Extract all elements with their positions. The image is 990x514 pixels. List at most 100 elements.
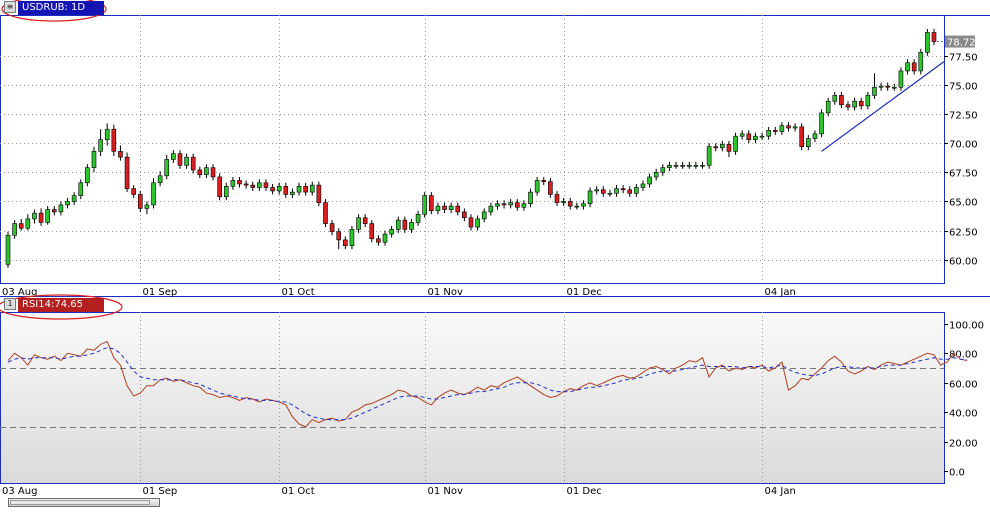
rsi-y-tick-label: 20.00 bbox=[949, 439, 978, 450]
price-y-tick-label: 65.00 bbox=[949, 198, 978, 209]
time-scrollbar[interactable] bbox=[8, 498, 160, 507]
candle-body bbox=[382, 233, 388, 243]
candle-body bbox=[38, 212, 44, 223]
candle-body bbox=[91, 151, 97, 168]
candle-body bbox=[514, 202, 520, 208]
candle-body bbox=[270, 187, 275, 192]
candle-body bbox=[12, 223, 17, 236]
candle-body bbox=[534, 180, 540, 193]
rsi-y-tick-label: 0.0 bbox=[949, 468, 965, 479]
rsi-indicator-tag[interactable]: RSI14:74.65 bbox=[18, 298, 104, 312]
candle-body bbox=[448, 205, 454, 210]
price-symbol-tag[interactable]: USDRUB: 1D bbox=[18, 1, 104, 15]
candle-body bbox=[640, 183, 646, 188]
candle-body bbox=[217, 176, 222, 198]
candle-body bbox=[528, 191, 533, 205]
candle-body bbox=[759, 135, 765, 138]
candle-body bbox=[508, 202, 513, 206]
candle-body bbox=[501, 203, 507, 206]
candle-body bbox=[733, 135, 738, 152]
candle-body bbox=[98, 139, 103, 152]
rsi-x-tick-label: 01 Nov bbox=[428, 486, 464, 497]
candle-body bbox=[548, 181, 553, 195]
candle-body bbox=[296, 185, 302, 193]
price-pane-menu-icon[interactable]: ≡ bbox=[4, 1, 16, 13]
candle-body bbox=[124, 156, 130, 189]
candle-body bbox=[157, 175, 163, 184]
price-x-tick-label: 01 Oct bbox=[282, 287, 315, 298]
candle-body bbox=[481, 211, 487, 220]
candle-body bbox=[230, 180, 236, 187]
candle-body bbox=[85, 167, 90, 184]
candle-body bbox=[554, 194, 560, 203]
candle-body bbox=[376, 238, 381, 243]
candle-body bbox=[362, 217, 368, 224]
price-x-tick-label: 04 Jan bbox=[765, 287, 796, 298]
candle-body bbox=[51, 209, 57, 213]
candle-body bbox=[905, 62, 910, 72]
price-y-tick-label: 62.50 bbox=[949, 228, 978, 239]
candle-body bbox=[839, 95, 844, 106]
rsi-x-tick-label: 04 Jan bbox=[765, 486, 796, 497]
candle-body bbox=[713, 146, 719, 149]
candle-body bbox=[118, 151, 123, 158]
chart-canvas: 03 Aug 03 Aug 01 Sep 01 Sep 01 Oct 01 Oct 01 N… bbox=[0, 0, 990, 510]
candle-body bbox=[567, 201, 573, 207]
last-price-label: 78.72 bbox=[947, 38, 976, 49]
candle-body bbox=[620, 188, 626, 191]
candle-body bbox=[667, 165, 672, 168]
candle-body bbox=[634, 187, 639, 194]
candle-body bbox=[700, 165, 705, 167]
candle-body bbox=[336, 231, 342, 241]
candle-body bbox=[660, 167, 666, 173]
candle-body bbox=[442, 205, 447, 210]
candle-body bbox=[177, 153, 183, 166]
candle-body bbox=[257, 182, 262, 188]
price-y-tick-label: 75.00 bbox=[949, 82, 978, 93]
candle-body bbox=[845, 104, 851, 108]
candle-body bbox=[786, 125, 791, 129]
price-y-tick-label: 70.00 bbox=[949, 140, 978, 151]
candle-body bbox=[686, 165, 692, 167]
candle-body bbox=[144, 204, 150, 209]
candle-body bbox=[78, 182, 84, 196]
candle-body bbox=[561, 201, 566, 203]
candle-body bbox=[290, 191, 295, 195]
candle-body bbox=[455, 205, 461, 213]
scrollbar-thumb[interactable] bbox=[10, 500, 150, 505]
candle-body bbox=[792, 126, 798, 129]
candle-body bbox=[303, 185, 308, 193]
candle-body bbox=[819, 112, 824, 135]
candle-body bbox=[137, 194, 143, 209]
price-pane bbox=[0, 15, 945, 284]
candle-body bbox=[468, 217, 474, 228]
candle-body bbox=[574, 205, 580, 208]
candle-body bbox=[283, 185, 289, 195]
candle-body bbox=[237, 180, 242, 185]
candle-body bbox=[779, 125, 785, 132]
candle-body bbox=[852, 100, 857, 108]
rsi-x-tick-label: 03 Aug bbox=[2, 486, 37, 497]
rsi-y-tick-label: 100.00 bbox=[949, 321, 984, 332]
candle-body bbox=[680, 165, 685, 167]
candle-body bbox=[32, 212, 37, 220]
candle-body bbox=[614, 188, 619, 194]
candle-body bbox=[607, 192, 613, 195]
candle-body bbox=[389, 229, 394, 235]
candle-body bbox=[878, 85, 884, 88]
rsi-pane-menu-icon[interactable]: 1 bbox=[4, 298, 16, 310]
candle-body bbox=[343, 239, 348, 247]
candle-body bbox=[799, 126, 805, 147]
candle-body bbox=[858, 100, 864, 107]
candle-body bbox=[653, 172, 659, 178]
candle-body bbox=[541, 180, 547, 182]
candle-body bbox=[409, 222, 414, 230]
candle-body bbox=[647, 176, 652, 185]
candle-body bbox=[475, 218, 480, 228]
candle-body bbox=[925, 32, 930, 53]
candle-body bbox=[918, 51, 924, 72]
candle-body bbox=[706, 146, 712, 166]
candle-body bbox=[58, 204, 64, 213]
price-x-tick-label: 01 Sep bbox=[143, 287, 178, 298]
rsi-y-tick-label: 40.00 bbox=[949, 409, 978, 420]
